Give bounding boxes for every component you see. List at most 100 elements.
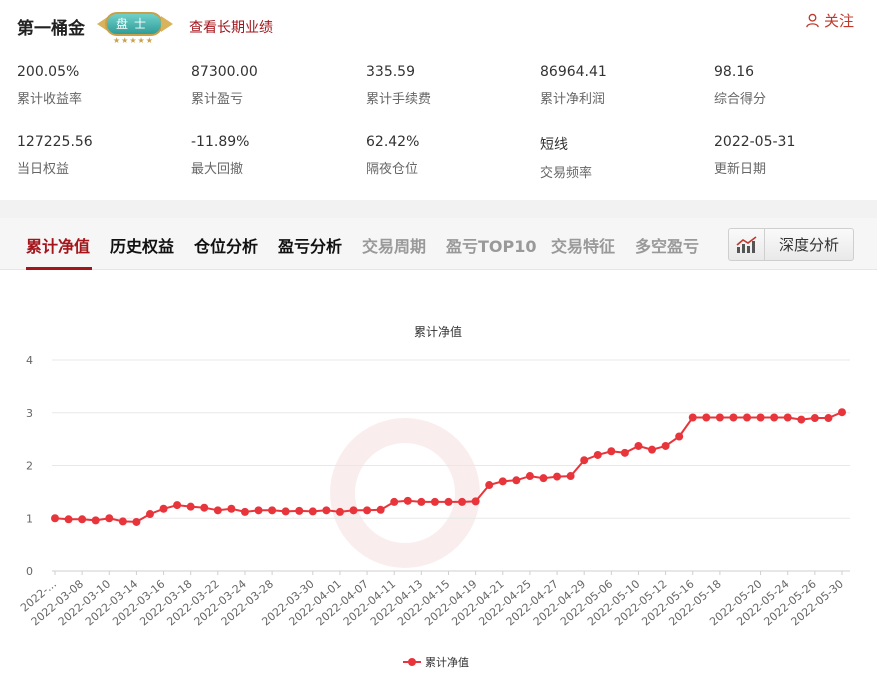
data-point[interactable]: [729, 413, 738, 422]
data-point[interactable]: [593, 450, 602, 459]
tab-position-analysis[interactable]: 仓位分析: [194, 233, 258, 257]
rank-badge: 盘士 ★★★★★: [97, 12, 173, 46]
stat-cumulative-fees: 335.59 累计手续费: [366, 64, 526, 107]
data-point[interactable]: [838, 408, 846, 417]
stat-cumulative-return: 200.05% 累计收益率: [17, 64, 177, 107]
data-point[interactable]: [159, 504, 168, 513]
stat-cumulative-pnl: 87300.00 累计盈亏: [191, 64, 351, 107]
data-point[interactable]: [675, 432, 684, 441]
data-point[interactable]: [688, 413, 697, 422]
stat-trade-frequency: 短线 交易频率: [540, 134, 700, 181]
long-term-performance-link[interactable]: 查看长期业绩: [189, 17, 273, 37]
data-point[interactable]: [525, 472, 534, 481]
data-point[interactable]: [132, 517, 141, 526]
data-point[interactable]: [335, 507, 344, 516]
stat-max-drawdown: -11.89% 最大回撤: [191, 134, 351, 177]
data-point[interactable]: [702, 413, 711, 422]
data-point[interactable]: [281, 507, 290, 516]
data-point[interactable]: [417, 497, 426, 506]
tab-cumulative-nav[interactable]: 累计净值: [26, 233, 90, 257]
data-point[interactable]: [634, 441, 643, 450]
follow-label: 关注: [824, 12, 855, 30]
data-point[interactable]: [240, 507, 249, 516]
tab-long-short-pnl[interactable]: 多空盈亏: [635, 233, 699, 257]
analysis-tabs: 累计净值 历史权益 仓位分析 盈亏分析 交易周期 盈亏TOP10 交易特征 多空…: [0, 218, 877, 270]
data-point[interactable]: [118, 517, 127, 526]
data-point[interactable]: [485, 481, 494, 490]
data-point[interactable]: [444, 497, 453, 506]
data-point[interactable]: [810, 414, 819, 423]
tab-pnl-top10[interactable]: 盈亏TOP10: [446, 233, 537, 257]
data-point[interactable]: [105, 514, 114, 523]
stat-label: 隔夜仓位: [366, 162, 419, 177]
stat-label: 累计收益率: [17, 92, 83, 107]
data-point[interactable]: [349, 506, 358, 515]
stat-net-profit: 86964.41 累计净利润: [540, 64, 700, 107]
stat-daily-equity: 127225.56 当日权益: [17, 134, 177, 177]
follow-button[interactable]: 关注: [805, 10, 854, 31]
stat-label: 累计盈亏: [191, 92, 244, 107]
stat-value: 127225.56: [17, 134, 93, 150]
data-point[interactable]: [91, 516, 100, 525]
bar-chart-icon: [729, 229, 765, 260]
data-point[interactable]: [498, 477, 507, 486]
stat-label: 综合得分: [714, 92, 767, 107]
badge-label: 盘士: [105, 12, 163, 36]
data-point[interactable]: [783, 413, 792, 422]
data-point[interactable]: [797, 415, 806, 424]
data-point[interactable]: [715, 413, 724, 422]
data-point[interactable]: [78, 515, 87, 524]
stat-overnight-position: 62.42% 隔夜仓位: [366, 134, 526, 177]
data-point[interactable]: [145, 510, 154, 519]
data-point[interactable]: [173, 501, 182, 510]
data-point[interactable]: [213, 506, 222, 515]
data-point[interactable]: [743, 413, 752, 422]
data-point[interactable]: [566, 472, 575, 481]
chart-legend[interactable]: 累计净值: [403, 655, 469, 669]
data-point[interactable]: [580, 456, 589, 465]
data-point[interactable]: [553, 472, 562, 481]
data-point[interactable]: [458, 497, 467, 506]
stat-label: 交易频率: [540, 166, 593, 181]
data-point[interactable]: [471, 497, 480, 506]
data-point[interactable]: [51, 514, 59, 523]
data-point[interactable]: [512, 476, 521, 485]
data-point[interactable]: [64, 515, 73, 524]
stat-value: 2022-05-31: [714, 134, 796, 150]
stat-value: 200.05%: [17, 64, 80, 80]
data-point[interactable]: [363, 506, 372, 515]
tab-historical-equity[interactable]: 历史权益: [110, 233, 174, 257]
data-point[interactable]: [376, 505, 385, 514]
data-point[interactable]: [390, 497, 399, 506]
data-point[interactable]: [254, 506, 263, 515]
data-point[interactable]: [770, 413, 779, 422]
y-tick-label: 0: [26, 565, 33, 578]
tab-pnl-analysis[interactable]: 盈亏分析: [278, 233, 342, 257]
data-point[interactable]: [620, 448, 629, 457]
data-point[interactable]: [430, 497, 439, 506]
data-point[interactable]: [322, 506, 331, 515]
y-tick-label: 2: [26, 460, 33, 473]
tab-trade-features[interactable]: 交易特征: [551, 233, 615, 257]
data-point[interactable]: [648, 445, 657, 454]
data-point[interactable]: [227, 504, 236, 513]
data-point[interactable]: [295, 506, 304, 515]
data-point[interactable]: [403, 496, 412, 505]
badge-wing-right-icon: [161, 16, 173, 32]
tab-trade-cycle[interactable]: 交易周期: [362, 233, 426, 257]
data-point[interactable]: [268, 506, 277, 515]
data-point[interactable]: [661, 441, 670, 450]
user-icon: [806, 13, 819, 28]
stat-label: 累计净利润: [540, 92, 606, 107]
deep-analysis-button[interactable]: 深度分析: [728, 228, 854, 261]
data-point[interactable]: [186, 502, 195, 511]
data-point[interactable]: [308, 507, 317, 516]
account-header: 第一桶金 盘士 ★★★★★ 查看长期业绩 关注 200.05% 累计收益率 87…: [0, 0, 877, 200]
data-point[interactable]: [539, 474, 548, 483]
data-point[interactable]: [756, 413, 765, 422]
section-divider: [0, 200, 877, 218]
data-point[interactable]: [824, 414, 833, 423]
y-tick-label: 4: [26, 354, 33, 367]
data-point[interactable]: [200, 503, 209, 512]
data-point[interactable]: [607, 447, 616, 456]
